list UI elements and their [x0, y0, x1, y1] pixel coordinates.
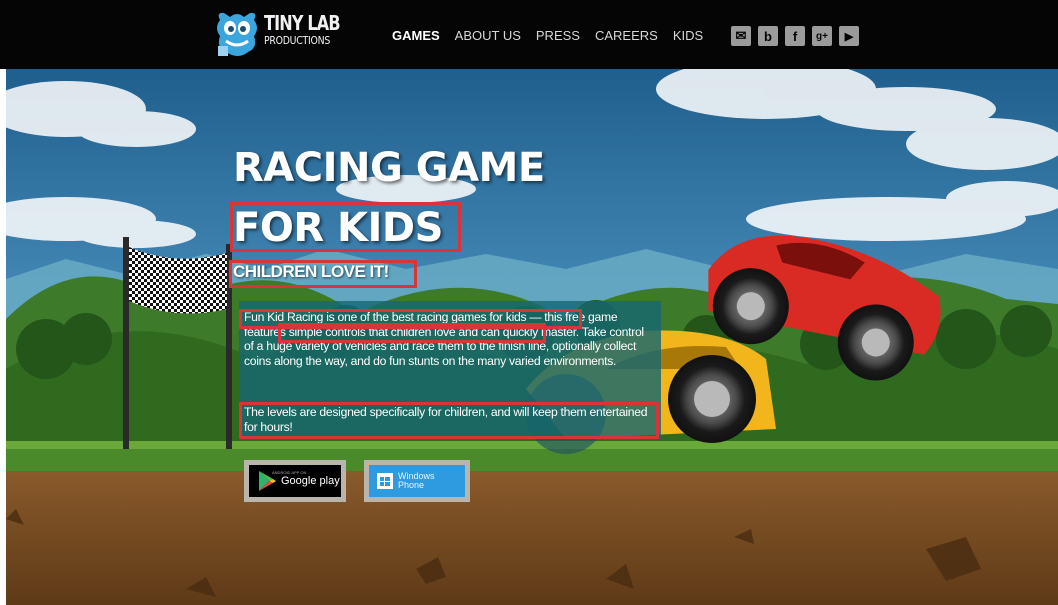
google-play-badge: ANDROID APP ON Google play	[249, 465, 341, 497]
nav-kids[interactable]: KIDS	[673, 26, 703, 46]
logo-subtitle: PRODUCTIONS	[264, 34, 331, 47]
highlight-box-levels-paragraph	[239, 402, 659, 439]
google-play-label: Google play	[281, 475, 340, 487]
windows-phone-label: Windows Phone	[398, 471, 435, 490]
google-plus-icon[interactable]: g+	[812, 26, 832, 46]
nav-games[interactable]: GAMES	[392, 26, 440, 46]
windows-phone-button[interactable]: Windows Phone	[364, 460, 470, 502]
page: TINY LAB PRODUCTIONS GAMES ABOUT US PRES…	[0, 0, 1058, 605]
nav-about-us[interactable]: ABOUT US	[455, 26, 521, 46]
windows-store-icon	[377, 473, 393, 489]
google-play-button[interactable]: ANDROID APP ON Google play	[244, 460, 346, 502]
logo-title: TINY LAB	[264, 11, 341, 35]
youtube-icon[interactable]: ▶	[839, 26, 859, 46]
facebook-icon[interactable]: f	[785, 26, 805, 46]
highlight-box-simple-controls	[278, 323, 546, 343]
nav-careers[interactable]: CAREERS	[595, 26, 658, 46]
logo-mascot-icon	[217, 12, 257, 56]
mail-icon[interactable]: ✉	[731, 26, 751, 46]
main-nav: GAMES ABOUT US PRESS CAREERS KIDS	[392, 26, 718, 46]
tiny-lab-logo[interactable]: TINY LAB PRODUCTIONS	[212, 8, 342, 62]
top-navigation-bar: TINY LAB PRODUCTIONS GAMES ABOUT US PRES…	[0, 0, 1058, 69]
page-title-line1: RACING GAME	[233, 145, 545, 191]
highlight-box-subtitle	[229, 260, 417, 288]
nav-press[interactable]: PRESS	[536, 26, 580, 46]
google-play-small-label: ANDROID APP ON	[272, 470, 307, 475]
social-links: ✉ b f g+ ▶	[731, 26, 866, 46]
windows-phone-badge: Windows Phone	[369, 465, 465, 497]
highlight-box-title	[230, 202, 461, 252]
blog-icon[interactable]: b	[758, 26, 778, 46]
